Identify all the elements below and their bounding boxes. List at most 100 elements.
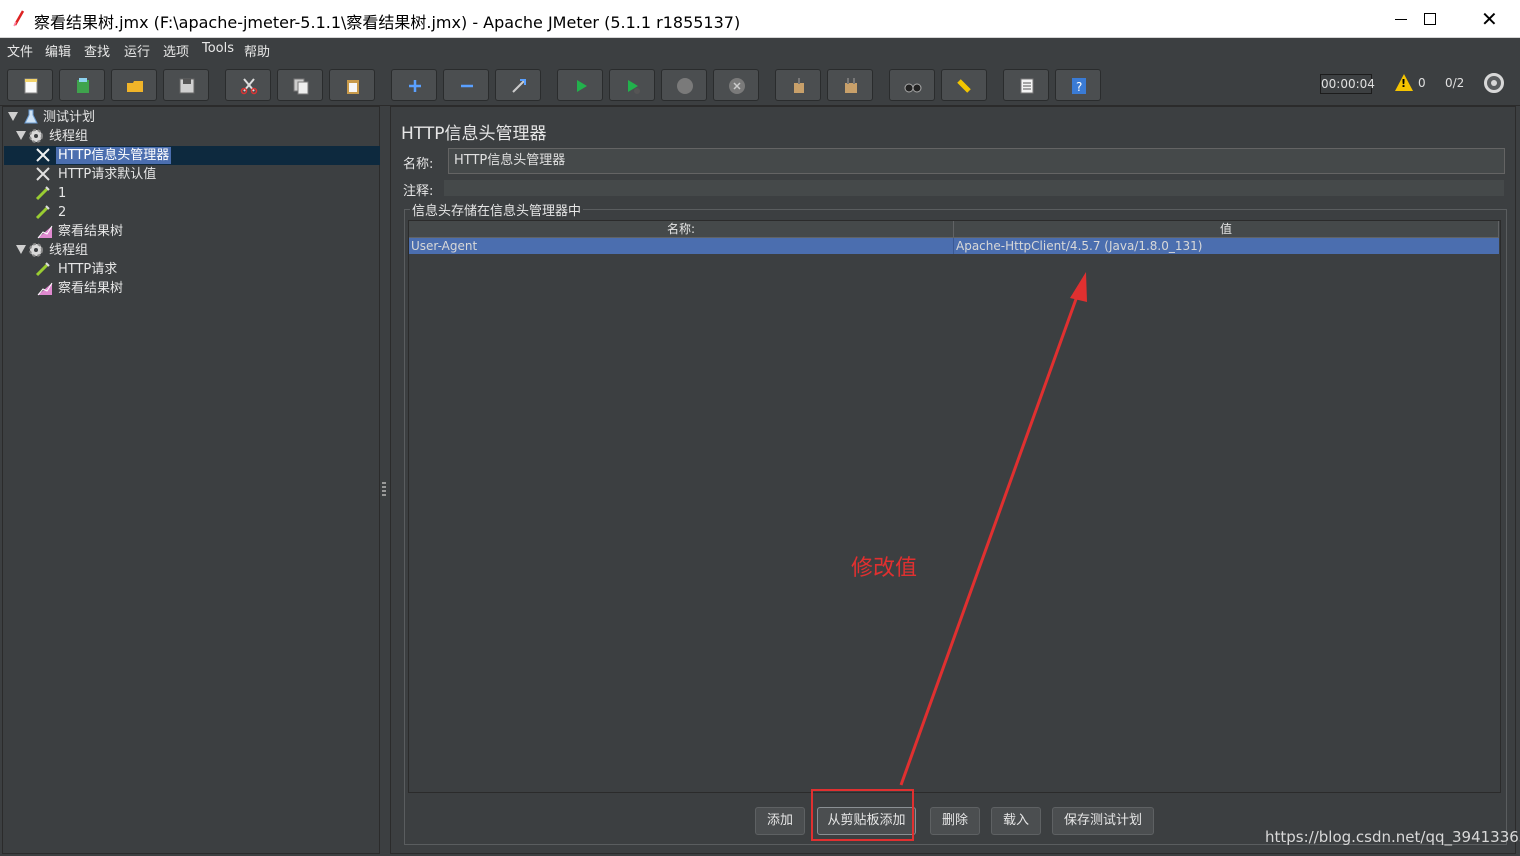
tree-node-label: HTTP请求默认值 bbox=[58, 167, 157, 182]
binoculars-icon bbox=[904, 83, 922, 93]
open-folder-icon bbox=[127, 81, 143, 92]
broom-icon bbox=[794, 78, 804, 93]
name-label: 名称: bbox=[403, 157, 434, 172]
column-header-value[interactable]: 值 bbox=[954, 221, 1499, 238]
pipette-icon bbox=[35, 186, 50, 201]
tree-node-label: 1 bbox=[58, 186, 67, 201]
menu-tools[interactable]: Tools bbox=[202, 41, 234, 56]
pipette-icon bbox=[35, 262, 50, 277]
wrench-icon bbox=[36, 148, 50, 162]
save-test-plan-button[interactable]: 保存测试计划 bbox=[1052, 807, 1154, 835]
help-icon: ? bbox=[1072, 78, 1086, 94]
toggle-icon bbox=[512, 79, 526, 93]
toggle-button[interactable] bbox=[495, 69, 541, 101]
reset-search-button[interactable] bbox=[941, 69, 987, 101]
menu-edit[interactable]: 编辑 bbox=[45, 41, 71, 60]
wrench-icon bbox=[36, 167, 50, 181]
maximize-button[interactable] bbox=[1401, 0, 1459, 38]
clear-button[interactable] bbox=[775, 69, 821, 101]
cut-button[interactable] bbox=[225, 69, 271, 101]
tree-node-label: 线程组 bbox=[49, 129, 89, 144]
watermark: https://blog.csdn.net/qq_39413365 bbox=[1265, 828, 1520, 846]
paste-icon bbox=[347, 80, 359, 94]
load-button[interactable]: 载入 bbox=[991, 807, 1041, 835]
stop-icon bbox=[677, 78, 693, 94]
toolbar: ? 00:00:04 ! 0 0/2 bbox=[0, 60, 1520, 106]
templates-icon bbox=[77, 78, 89, 93]
function-helper-button[interactable] bbox=[1003, 69, 1049, 101]
header-name-cell[interactable]: User-Agent bbox=[409, 238, 954, 254]
column-header-name[interactable]: 名称: bbox=[409, 221, 954, 238]
window-title: 察看结果树.jmx (F:\apache-jmeter-5.1.1\察看结果树.… bbox=[34, 13, 741, 32]
header-value-cell[interactable]: Apache-HttpClient/4.5.7 (Java/1.8.0_131) bbox=[954, 238, 1499, 254]
new-file-icon bbox=[24, 78, 38, 94]
comment-input[interactable] bbox=[443, 179, 1505, 197]
split-pane-divider[interactable] bbox=[381, 480, 387, 500]
comment-label: 注释: bbox=[403, 184, 434, 199]
stop-button[interactable] bbox=[661, 69, 707, 101]
warning-mark: ! bbox=[1401, 77, 1407, 90]
tree-node-label: 察看结果树 bbox=[58, 281, 124, 296]
add-button[interactable]: 添加 bbox=[755, 807, 805, 835]
scissors-icon bbox=[240, 78, 258, 95]
headers-group-title: 信息头存储在信息头管理器中 bbox=[410, 200, 584, 219]
chart-icon bbox=[37, 282, 53, 296]
flask-icon bbox=[24, 109, 38, 124]
templates-button[interactable] bbox=[59, 69, 105, 101]
table-row[interactable]: User-Agent Apache-HttpClient/4.5.7 (Java… bbox=[409, 238, 1499, 254]
menu-options[interactable]: 选项 bbox=[163, 41, 189, 60]
start-no-pauses-button[interactable] bbox=[609, 69, 655, 101]
gear-icon bbox=[29, 243, 43, 257]
play-icon bbox=[577, 80, 587, 92]
collapse-all-button[interactable] bbox=[443, 69, 489, 101]
active-threads: 0/2 bbox=[1445, 76, 1465, 90]
svg-text:?: ? bbox=[1076, 80, 1082, 94]
pipette-icon bbox=[35, 205, 50, 220]
shutdown-icon bbox=[729, 78, 745, 94]
highlight-box bbox=[811, 789, 914, 841]
tree-node-label: HTTP请求 bbox=[58, 262, 118, 277]
minus-icon bbox=[461, 84, 473, 88]
save-icon bbox=[179, 78, 195, 94]
expand-arrow-icon[interactable] bbox=[8, 112, 18, 121]
expand-arrow-icon[interactable] bbox=[16, 131, 26, 140]
jmeter-feather-icon bbox=[13, 10, 25, 27]
menu-help[interactable]: 帮助 bbox=[244, 41, 270, 60]
copy-icon bbox=[293, 78, 309, 95]
clear-all-icon bbox=[845, 78, 857, 93]
reset-search-icon bbox=[957, 79, 971, 93]
open-button[interactable] bbox=[111, 69, 157, 101]
tree-node-label: 测试计划 bbox=[43, 110, 96, 125]
play-no-timer-icon bbox=[628, 80, 640, 94]
elapsed-timer: 00:00:04 bbox=[1320, 74, 1375, 94]
expand-arrow-icon[interactable] bbox=[16, 245, 26, 254]
menu-file[interactable]: 文件 bbox=[7, 41, 33, 60]
gear-icon bbox=[29, 129, 43, 143]
copy-button[interactable] bbox=[277, 69, 323, 101]
new-button[interactable] bbox=[7, 69, 53, 101]
menu-run[interactable]: 运行 bbox=[124, 41, 150, 60]
tree-node-label: HTTP信息头管理器 bbox=[56, 147, 172, 164]
delete-button[interactable]: 删除 bbox=[930, 807, 980, 835]
menu-bar: 文件 编辑 查找 运行 选项 Tools 帮助 bbox=[0, 38, 1520, 60]
tree-node-label: 察看结果树 bbox=[58, 224, 124, 239]
test-plan-tree: 测试计划 线程组 HTTP信息头管理器 HTTP请求默认值 1 2 察看结果树 bbox=[2, 106, 380, 854]
menu-search[interactable]: 查找 bbox=[84, 41, 110, 60]
paste-button[interactable] bbox=[329, 69, 375, 101]
list-icon bbox=[1020, 78, 1034, 94]
maximize-icon bbox=[1424, 13, 1436, 25]
annotation-text: 修改值 bbox=[851, 556, 918, 581]
shutdown-button[interactable] bbox=[713, 69, 759, 101]
panel-title: HTTP信息头管理器 bbox=[401, 124, 547, 144]
close-button[interactable]: ✕ bbox=[1460, 0, 1518, 38]
title-bar: 察看结果树.jmx (F:\apache-jmeter-5.1.1\察看结果树.… bbox=[0, 0, 1520, 38]
warning-count: 0 bbox=[1418, 76, 1426, 90]
search-button[interactable] bbox=[889, 69, 935, 101]
expand-all-button[interactable] bbox=[391, 69, 437, 101]
name-input[interactable]: HTTP信息头管理器 bbox=[448, 148, 1505, 174]
tree-node-label: 线程组 bbox=[49, 243, 89, 258]
start-button[interactable] bbox=[557, 69, 603, 101]
save-button[interactable] bbox=[163, 69, 209, 101]
clear-all-button[interactable] bbox=[827, 69, 873, 101]
help-button[interactable]: ? bbox=[1055, 69, 1101, 101]
